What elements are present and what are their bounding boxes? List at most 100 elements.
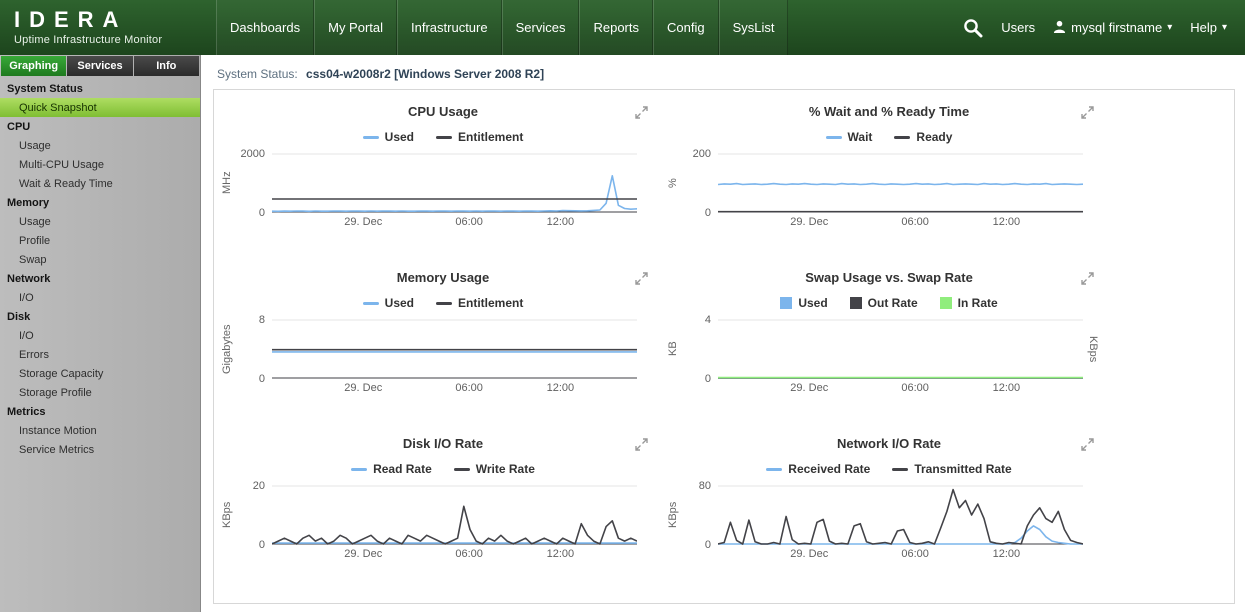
sidebar-item-quick-snapshot[interactable]: Quick Snapshot: [0, 98, 200, 117]
sidebar-item-swap[interactable]: Swap: [0, 250, 200, 269]
legend-marker: [363, 136, 379, 139]
legend-label: Wait: [848, 130, 873, 144]
legend-item-used[interactable]: Used: [363, 130, 414, 144]
chart-cpu-usage: CPU Usage UsedEntitlement MHz 2000 0: [220, 98, 666, 264]
legend-item-read-rate[interactable]: Read Rate: [351, 462, 432, 476]
plot-block: MHz 2000 0 29. Dec06:0012:00: [220, 153, 666, 229]
y-axis-title: %: [666, 153, 680, 213]
y-tick-label: 200: [693, 148, 711, 160]
chart-legend: Used Out Rate In Rate: [666, 295, 1112, 311]
legend-item-out-rate[interactable]: Out Rate: [850, 296, 918, 310]
legend-item-wait[interactable]: Wait: [826, 130, 873, 144]
y-axis: 20 0: [234, 485, 272, 545]
logo[interactable]: IDERA Uptime Infrastructure Monitor: [0, 0, 216, 55]
wait-ready-plot[interactable]: [718, 153, 1083, 213]
memory-usage-plot[interactable]: [272, 319, 637, 379]
caret-down-icon: ▾: [1167, 22, 1172, 33]
sidebar-item-service-metrics[interactable]: Service Metrics: [0, 440, 200, 459]
legend-item-transmitted-rate[interactable]: Transmitted Rate: [892, 462, 1011, 476]
main-area: System Status: css04-w2008r2 [Windows Se…: [201, 55, 1245, 612]
expand-icon[interactable]: [635, 272, 648, 285]
nav-item-syslist[interactable]: SysList: [719, 0, 789, 55]
logo-tagline: Uptime Infrastructure Monitor: [14, 34, 216, 46]
sidebar-item-usage[interactable]: Usage: [0, 212, 200, 231]
x-axis: 29. Dec06:0012:00: [272, 213, 637, 229]
search-icon[interactable]: [962, 17, 983, 38]
chart-title: Disk I/O Rate: [220, 436, 666, 451]
x-tick-label: 12:00: [547, 548, 575, 560]
nav-item-services[interactable]: Services: [502, 0, 580, 55]
legend-item-write-rate[interactable]: Write Rate: [454, 462, 535, 476]
plot-block: KBps 20 0 29. Dec06:0012:00: [220, 485, 666, 561]
user-menu[interactable]: mysql firstname ▾: [1053, 20, 1172, 36]
x-tick-label: 06:00: [901, 548, 929, 560]
chart-title: CPU Usage: [220, 104, 666, 119]
legend-item-ready[interactable]: Ready: [894, 130, 952, 144]
plot-column: 29. Dec06:0012:00: [718, 319, 1083, 395]
tab-services[interactable]: Services: [67, 56, 132, 76]
sidebar-tabs: GraphingServicesInfo: [0, 55, 200, 76]
chart-legend: Received Rate Transmitted Rate: [666, 461, 1112, 477]
sidebar-item-i-o[interactable]: I/O: [0, 288, 200, 307]
sidebar-item-wait-ready-time[interactable]: Wait & Ready Time: [0, 174, 200, 193]
legend-item-received-rate[interactable]: Received Rate: [766, 462, 870, 476]
sidebar-item-errors[interactable]: Errors: [0, 345, 200, 364]
legend-item-used[interactable]: Used: [363, 296, 414, 310]
expand-icon[interactable]: [1081, 438, 1094, 451]
x-tick-label: 29. Dec: [790, 216, 828, 228]
y-tick-label: 0: [705, 207, 711, 219]
users-link[interactable]: Users: [1001, 20, 1035, 35]
nav-item-dashboards[interactable]: Dashboards: [216, 0, 314, 55]
legend-label: Ready: [916, 130, 952, 144]
x-axis: 29. Dec06:0012:00: [718, 545, 1083, 561]
y-tick-label: 20: [253, 480, 265, 492]
legend-marker: [351, 468, 367, 471]
y-tick-label: 0: [705, 539, 711, 551]
help-menu[interactable]: Help ▾: [1190, 20, 1227, 35]
legend-label: Entitlement: [458, 130, 523, 144]
user-icon: [1053, 20, 1066, 36]
chart-legend: Used Entitlement: [220, 295, 666, 311]
chart-title: Network I/O Rate: [666, 436, 1112, 451]
x-tick-label: 29. Dec: [344, 382, 382, 394]
sidebar-item-multi-cpu-usage[interactable]: Multi-CPU Usage: [0, 155, 200, 174]
legend-marker: [894, 136, 910, 139]
expand-icon[interactable]: [1081, 106, 1094, 119]
expand-icon[interactable]: [635, 438, 648, 451]
nav-item-config[interactable]: Config: [653, 0, 719, 55]
sidebar-header-disk: Disk: [0, 307, 200, 326]
x-tick-label: 06:00: [901, 382, 929, 394]
x-tick-label: 06:00: [901, 216, 929, 228]
legend-label: Used: [385, 130, 414, 144]
sidebar-item-storage-profile[interactable]: Storage Profile: [0, 383, 200, 402]
chart-swap-usage-rate: Swap Usage vs. Swap Rate Used Out Rate In …: [666, 264, 1112, 430]
y-tick-label: 0: [259, 207, 265, 219]
cpu-usage-plot[interactable]: [272, 153, 637, 213]
status-label: System Status:: [217, 67, 298, 81]
legend-item-entitlement[interactable]: Entitlement: [436, 130, 523, 144]
nav-item-reports[interactable]: Reports: [579, 0, 653, 55]
sidebar-item-profile[interactable]: Profile: [0, 231, 200, 250]
nav-item-infrastructure[interactable]: Infrastructure: [397, 0, 502, 55]
sidebar-item-storage-capacity[interactable]: Storage Capacity: [0, 364, 200, 383]
legend-item-in-rate[interactable]: In Rate: [940, 296, 998, 310]
legend-item-entitlement[interactable]: Entitlement: [436, 296, 523, 310]
legend-item-used[interactable]: Used: [780, 296, 827, 310]
sidebar-item-instance-motion[interactable]: Instance Motion: [0, 421, 200, 440]
nav-item-my-portal[interactable]: My Portal: [314, 0, 397, 55]
right-y-axis-title: KBps: [1086, 319, 1100, 379]
sidebar-item-i-o[interactable]: I/O: [0, 326, 200, 345]
disk-io-plot[interactable]: [272, 485, 637, 545]
tab-info[interactable]: Info: [134, 56, 199, 76]
x-tick-label: 06:00: [455, 382, 483, 394]
network-io-plot[interactable]: [718, 485, 1083, 545]
content: GraphingServicesInfo System StatusQuick …: [0, 55, 1245, 612]
chart-title: Swap Usage vs. Swap Rate: [666, 270, 1112, 285]
legend-marker: [826, 136, 842, 139]
expand-icon[interactable]: [635, 106, 648, 119]
expand-icon[interactable]: [1081, 272, 1094, 285]
tab-graphing[interactable]: Graphing: [1, 56, 66, 76]
chart-memory-usage: Memory Usage UsedEntitlement Gigabytes 8…: [220, 264, 666, 430]
swap-usage-plot[interactable]: [718, 319, 1083, 379]
sidebar-item-usage[interactable]: Usage: [0, 136, 200, 155]
